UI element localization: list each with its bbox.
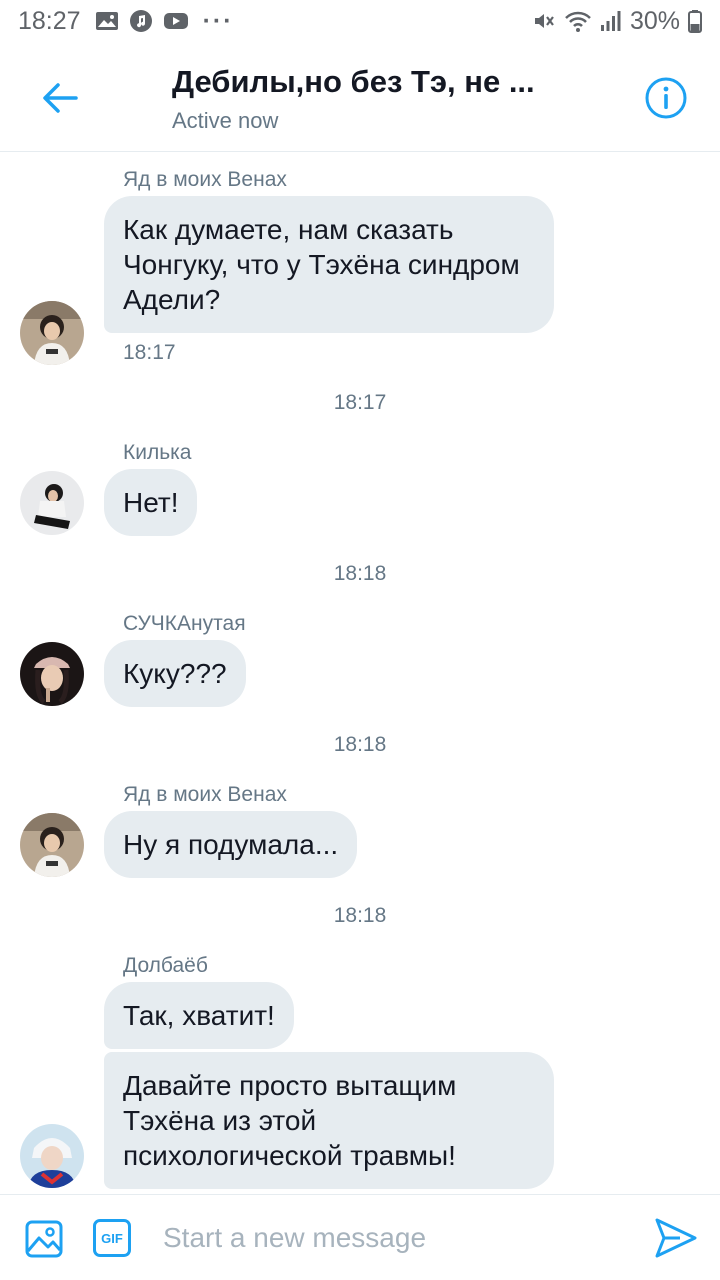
battery-icon (688, 10, 702, 33)
arrow-left-icon (43, 83, 78, 113)
avatar[interactable] (20, 1124, 84, 1188)
conversation-header: Дебилы,но без Тэ, не ... Active now (0, 42, 720, 152)
image-icon (25, 1220, 63, 1258)
conversation-title: Дебилы,но без Тэ, не ... (172, 64, 535, 99)
add-photo-button[interactable] (24, 1219, 64, 1259)
mute-icon (534, 14, 554, 28)
message-input[interactable] (163, 1215, 623, 1261)
send-icon (655, 1218, 697, 1258)
back-button[interactable] (36, 74, 84, 122)
sender-name: Яд в моих Венах (123, 168, 287, 191)
sender-name: СУЧКАнутая (123, 612, 246, 635)
sender-name: Долбаёб (123, 954, 208, 977)
message-bubble[interactable]: Нет! (104, 469, 198, 536)
compose-bar: GIF (0, 1194, 720, 1280)
time-divider: 18:18 (333, 562, 387, 585)
conversation-title-area[interactable]: Дебилы,но без Тэ, не ... Active now (172, 64, 572, 134)
send-button[interactable] (654, 1217, 698, 1259)
conversation-status: Active now (172, 108, 279, 133)
info-icon (645, 77, 687, 119)
avatar[interactable] (20, 642, 84, 706)
sender-name: Яд в моих Венах (123, 783, 287, 806)
message-bubble[interactable]: Как думаете, нам сказать Чонгуку, что у … (104, 196, 554, 333)
message-bubble[interactable]: Давайте просто вытащим Тэхёна из этой пс… (104, 1052, 554, 1189)
more-notifications-icon: ··· (202, 6, 234, 35)
wifi-icon (565, 11, 591, 32)
music-notification-icon (129, 10, 152, 32)
message-timestamp: 18:17 (123, 341, 176, 364)
message-bubble[interactable]: Ну я подумала... (104, 811, 358, 878)
info-button[interactable] (644, 76, 688, 120)
sender-name: Килька (123, 441, 192, 464)
avatar[interactable] (20, 471, 84, 535)
gif-button[interactable]: GIF (93, 1219, 131, 1257)
avatar[interactable] (20, 813, 84, 877)
time-divider: 18:18 (333, 904, 387, 927)
gallery-notification-icon (95, 12, 118, 30)
message-bubble[interactable]: Так, хватит! (104, 982, 294, 1049)
message-bubble[interactable]: Куку??? (104, 640, 246, 707)
battery-percent: 30% (629, 6, 680, 35)
time-divider: 18:17 (333, 391, 387, 414)
status-time: 18:27 (18, 6, 81, 35)
signal-icon (600, 11, 621, 31)
status-bar: 18:27 ··· 30% (0, 0, 720, 42)
gif-label: GIF (101, 1230, 123, 1246)
avatar[interactable] (20, 301, 84, 365)
message-feed[interactable]: Яд в моих Венах Как думаете, нам сказать… (0, 152, 720, 1194)
time-divider: 18:18 (333, 733, 387, 756)
youtube-notification-icon (163, 13, 188, 29)
